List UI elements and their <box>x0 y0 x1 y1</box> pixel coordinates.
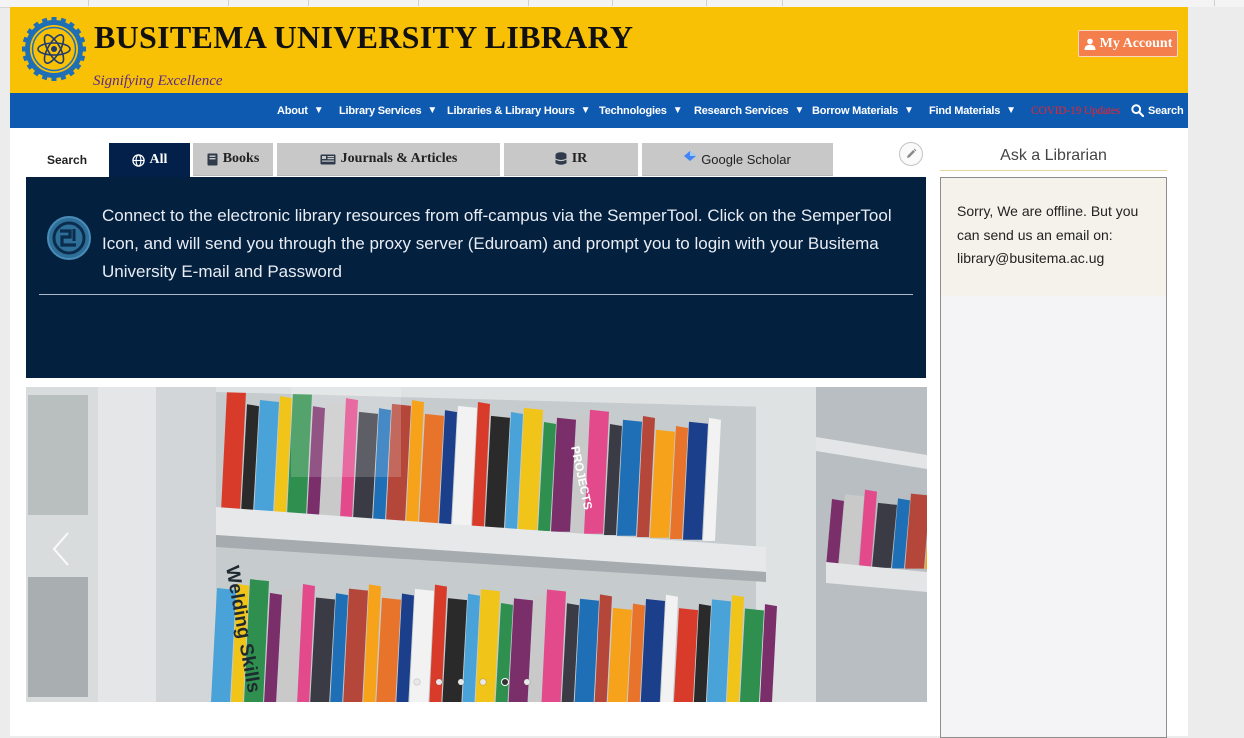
my-account-button[interactable]: My Account <box>1078 30 1178 57</box>
site-header: BUSITEMA UNIVERSITY LIBRARY Signifying E… <box>10 7 1188 93</box>
nav-item-libraries-hours[interactable]: Libraries & Library Hours ▼ <box>447 93 591 128</box>
caret-down-icon: ▼ <box>313 105 324 116</box>
scholar-icon <box>684 151 697 161</box>
panel-divider <box>39 294 913 295</box>
globe-icon <box>131 153 145 167</box>
caret-down-icon: ▼ <box>580 105 591 116</box>
nav-label: About <box>277 104 308 117</box>
carousel-dot[interactable] <box>458 679 464 685</box>
nav-label: Research Services <box>694 104 789 117</box>
tab-label: Books <box>222 151 260 166</box>
ask-title-underline <box>940 170 1167 171</box>
library-photo-carousel[interactable]: Welding Skills PROJECTS <box>26 387 927 702</box>
pencil-icon <box>907 148 917 158</box>
offline-message: Sorry, We are offline. But you can send … <box>957 203 1139 266</box>
tab-google-scholar[interactable]: Google Scholar <box>642 143 833 176</box>
user-icon <box>1084 38 1096 50</box>
nav-label: Libraries & Library Hours <box>447 104 575 117</box>
carousel-prev-arrow-icon[interactable] <box>50 531 72 567</box>
nav-label: Technologies <box>599 104 667 117</box>
page: BUSITEMA UNIVERSITY LIBRARY Signifying E… <box>10 7 1188 738</box>
nav-label: Find Materials <box>929 104 1001 117</box>
edit-pencil-button[interactable] <box>899 142 923 166</box>
site-title[interactable]: BUSITEMA UNIVERSITY LIBRARY <box>94 19 633 56</box>
tab-label: Google Scholar <box>701 151 791 167</box>
tab-label: IR <box>571 151 588 166</box>
tab-label: All <box>149 152 168 167</box>
search-icon <box>1131 104 1144 117</box>
tab-all[interactable]: All <box>109 143 190 177</box>
nav-item-technologies[interactable]: Technologies ▼ <box>599 93 683 128</box>
caret-down-icon: ▼ <box>1006 105 1016 116</box>
nav-item-research-services[interactable]: Research Services ▼ <box>694 93 804 128</box>
caret-down-icon: ▼ <box>672 105 683 116</box>
chat-widget[interactable]: Sorry, We are offline. But you can send … <box>940 177 1167 738</box>
carousel-indicators <box>414 679 530 685</box>
nav-item-about[interactable]: About ▼ <box>277 93 324 128</box>
nav-label: COVID-19 Updates <box>1031 104 1121 117</box>
caret-down-icon: ▼ <box>794 105 805 116</box>
nav-item-borrow-materials[interactable]: Borrow Materials ▼ <box>812 93 914 128</box>
carousel-dot[interactable] <box>480 679 486 685</box>
database-icon <box>555 152 567 165</box>
search-label: Search <box>47 153 88 167</box>
carousel-dot[interactable] <box>524 679 530 685</box>
tab-journals-articles[interactable]: Journals & Articles <box>277 143 500 176</box>
carousel-dot[interactable] <box>436 679 442 685</box>
nav-item-search[interactable]: Search <box>1131 93 1184 128</box>
carousel-dot[interactable] <box>414 679 420 685</box>
newspaper-icon <box>320 154 336 164</box>
ask-a-librarian-title: Ask a Librarian <box>1000 147 1107 164</box>
sempertool-icon[interactable] <box>46 215 92 261</box>
nav-label: Library Services <box>339 104 422 117</box>
offline-message-box: Sorry, We are offline. But you can send … <box>941 178 1166 296</box>
atom-gear-logo-icon[interactable] <box>22 17 86 81</box>
nav-item-find-materials[interactable]: Find Materials ▼ <box>929 93 1016 128</box>
my-account-label: My Account <box>1099 35 1173 51</box>
main-nav: About ▼ Library Services ▼ Libraries & Lib… <box>10 93 1188 128</box>
tab-label: Journals & Articles <box>340 151 458 166</box>
book-icon <box>207 153 218 165</box>
tab-ir[interactable]: IR <box>504 143 638 176</box>
caret-down-icon: ▼ <box>904 105 914 116</box>
site-tagline: Signifying Excellence <box>93 73 223 89</box>
caret-down-icon: ▼ <box>427 105 438 116</box>
nav-item-library-services[interactable]: Library Services ▼ <box>339 93 437 128</box>
nav-item-covid-updates[interactable]: COVID-19 Updates <box>1031 93 1120 128</box>
carousel-dot[interactable] <box>502 679 508 685</box>
off-campus-instructions: Connect to the electronic library resour… <box>102 206 892 281</box>
bookshelf-photo: Welding Skills PROJECTS <box>26 387 927 702</box>
page-gutter <box>1188 7 1244 736</box>
off-campus-access-panel: Connect to the electronic library resour… <box>26 177 926 378</box>
nav-label: Borrow Materials <box>812 104 899 117</box>
tab-books[interactable]: Books <box>193 143 273 176</box>
nav-label: Search <box>1148 104 1184 117</box>
